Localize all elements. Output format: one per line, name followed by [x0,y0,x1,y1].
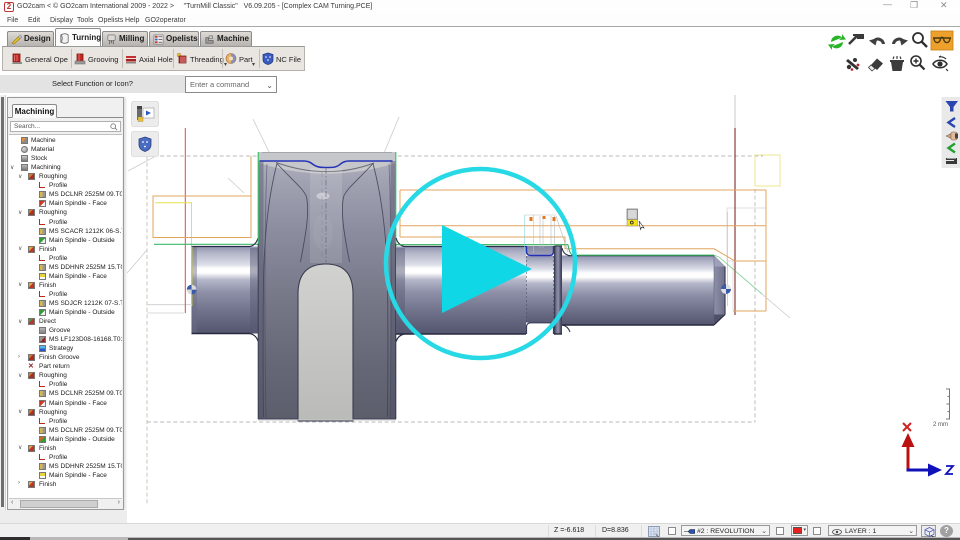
svg-text:2 mm: 2 mm [933,422,948,428]
